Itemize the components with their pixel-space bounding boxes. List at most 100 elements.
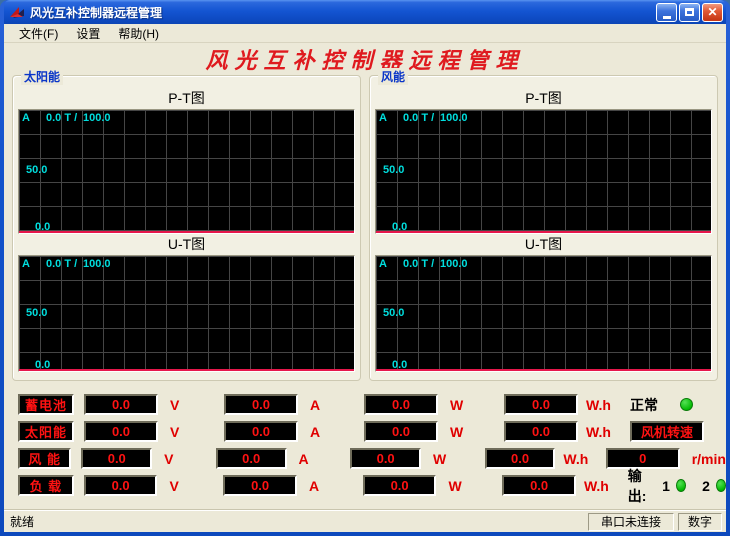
- load-label: 负 载: [18, 475, 74, 496]
- close-button[interactable]: ✕: [702, 3, 723, 22]
- fan-speed-unit: r/min: [692, 451, 726, 467]
- app-header: 风光互补控制器远程管理: [4, 43, 726, 75]
- load-voltage-display: 0.0: [84, 475, 158, 496]
- battery-energy-display: 0.0: [504, 394, 578, 415]
- axis-mid: 50.0: [26, 307, 47, 319]
- readout-row-load: 负 载 0.0 V 0.0 A 0.0 W 0.0 W.h 输出: 1 2: [18, 475, 726, 496]
- axis-scale: 0.0 T /: [403, 112, 434, 124]
- normal-label: 正常: [630, 395, 658, 415]
- wind-power-display: 0.0: [350, 448, 421, 469]
- title-bar[interactable]: 风光互补控制器远程管理 ✕: [4, 0, 726, 24]
- solar-energy-display: 0.0: [504, 421, 578, 442]
- fan-speed-label: 风机转速: [630, 421, 704, 442]
- axis-max: 100.0: [83, 112, 111, 124]
- page-title: 风光互补控制器远程管理: [205, 43, 524, 75]
- axis-scale: 0.0 T /: [46, 112, 77, 124]
- unit-watt: W: [433, 451, 454, 467]
- axis-max: 100.0: [83, 258, 111, 270]
- solar-label: 太阳能: [18, 421, 74, 442]
- unit-volt: V: [169, 478, 191, 494]
- axis-label: A: [379, 112, 387, 124]
- axis-label: A: [379, 258, 387, 270]
- window-title: 风光互补控制器远程管理: [30, 4, 656, 21]
- groupbox-wind-label: 风能: [378, 68, 408, 85]
- load-energy-display: 0.0: [502, 475, 576, 496]
- unit-amp: A: [310, 424, 332, 440]
- axis-scale: 0.0 T /: [46, 258, 77, 270]
- menu-bar: 文件(F) 设置 帮助(H): [4, 24, 726, 43]
- chart-solar-pt: A 0.0 T / 100.0 50.0 0.0: [18, 109, 355, 234]
- axis-mid: 50.0: [383, 164, 404, 176]
- unit-watthour: W.h: [586, 397, 620, 413]
- trace-line: [19, 369, 354, 371]
- unit-watthour: W.h: [586, 424, 620, 440]
- chart-wind-ut: A 0.0 T / 100.0 50.0 0.0: [375, 255, 712, 372]
- readout-row-solar: 太阳能 0.0 V 0.0 A 0.0 W 0.0 W.h 风机转速: [18, 421, 726, 442]
- readout-panel: 蓄电池 0.0 V 0.0 A 0.0 W 0.0 W.h 正常 太阳能 0.0…: [4, 381, 726, 510]
- groupbox-wind: 风能 P-T图 A 0.0 T / 100.0 50.0 0.0 U-T图 A …: [369, 75, 718, 381]
- client-area: 文件(F) 设置 帮助(H) 风光互补控制器远程管理 太阳能 P-T图 A 0.…: [4, 24, 726, 532]
- unit-watt: W: [450, 424, 472, 440]
- status-normal: 正常: [620, 395, 726, 415]
- solar-voltage-display: 0.0: [84, 421, 158, 442]
- app-icon: [9, 4, 25, 20]
- minimize-icon: [663, 16, 671, 19]
- status-serial: 串口未连接: [588, 513, 674, 531]
- axis-max: 100.0: [440, 258, 468, 270]
- output2-indicator-icon: [716, 479, 726, 492]
- load-current-display: 0.0: [223, 475, 297, 496]
- chart-title-wind-pt: P-T图: [375, 88, 712, 109]
- unit-watthour: W.h: [563, 451, 595, 467]
- groupbox-solar-label: 太阳能: [21, 68, 63, 85]
- wind-energy-display: 0.0: [485, 448, 556, 469]
- unit-volt: V: [170, 397, 192, 413]
- wind-voltage-display: 0.0: [81, 448, 152, 469]
- close-icon: ✕: [707, 6, 717, 18]
- groupbox-solar: 太阳能 P-T图 A 0.0 T / 100.0 50.0 0.0 U-T图 A…: [12, 75, 361, 381]
- chart-solar-ut: A 0.0 T / 100.0 50.0 0.0: [18, 255, 355, 372]
- unit-watt: W: [448, 478, 470, 494]
- unit-amp: A: [310, 397, 332, 413]
- wind-current-display: 0.0: [216, 448, 287, 469]
- chart-title-solar-ut: U-T图: [18, 234, 355, 255]
- menu-file[interactable]: 文件(F): [10, 24, 67, 44]
- output2-label: 2: [702, 478, 710, 494]
- menu-help[interactable]: 帮助(H): [109, 24, 168, 44]
- unit-watthour: W.h: [584, 478, 618, 494]
- maximize-icon: [685, 8, 694, 16]
- status-bar: 就绪 串口未连接 数字: [4, 510, 726, 532]
- maximize-button[interactable]: [679, 3, 700, 22]
- trace-line: [376, 231, 711, 233]
- output1-indicator-icon: [676, 479, 686, 492]
- chart-title-solar-pt: P-T图: [18, 88, 355, 109]
- axis-scale: 0.0 T /: [403, 258, 434, 270]
- unit-watt: W: [450, 397, 472, 413]
- solar-power-display: 0.0: [364, 421, 438, 442]
- chart-wind-pt: A 0.0 T / 100.0 50.0 0.0: [375, 109, 712, 234]
- battery-voltage-display: 0.0: [84, 394, 158, 415]
- axis-label: A: [22, 258, 30, 270]
- axis-label: A: [22, 112, 30, 124]
- solar-current-display: 0.0: [224, 421, 298, 442]
- load-power-display: 0.0: [363, 475, 437, 496]
- output1-label: 1: [662, 478, 670, 494]
- axis-mid: 50.0: [383, 307, 404, 319]
- output-group: 输出: 1 2: [618, 466, 726, 506]
- unit-amp: A: [309, 478, 331, 494]
- battery-power-display: 0.0: [364, 394, 438, 415]
- status-num: 数字: [678, 513, 722, 531]
- output-label: 输出:: [628, 466, 652, 506]
- axis-mid: 50.0: [26, 164, 47, 176]
- unit-volt: V: [164, 451, 185, 467]
- minimize-button[interactable]: [656, 3, 677, 22]
- chart-title-wind-ut: U-T图: [375, 234, 712, 255]
- readout-row-battery: 蓄电池 0.0 V 0.0 A 0.0 W 0.0 W.h 正常: [18, 394, 726, 415]
- chart-groups: 太阳能 P-T图 A 0.0 T / 100.0 50.0 0.0 U-T图 A…: [4, 75, 726, 381]
- unit-volt: V: [170, 424, 192, 440]
- trace-line: [19, 231, 354, 233]
- menu-settings[interactable]: 设置: [67, 24, 109, 44]
- axis-max: 100.0: [440, 112, 468, 124]
- app-window: 风光互补控制器远程管理 ✕ 文件(F) 设置 帮助(H) 风光互补控制器远程管理…: [0, 0, 730, 536]
- fan-speed-group: 风机转速: [620, 421, 726, 442]
- battery-label: 蓄电池: [18, 394, 74, 415]
